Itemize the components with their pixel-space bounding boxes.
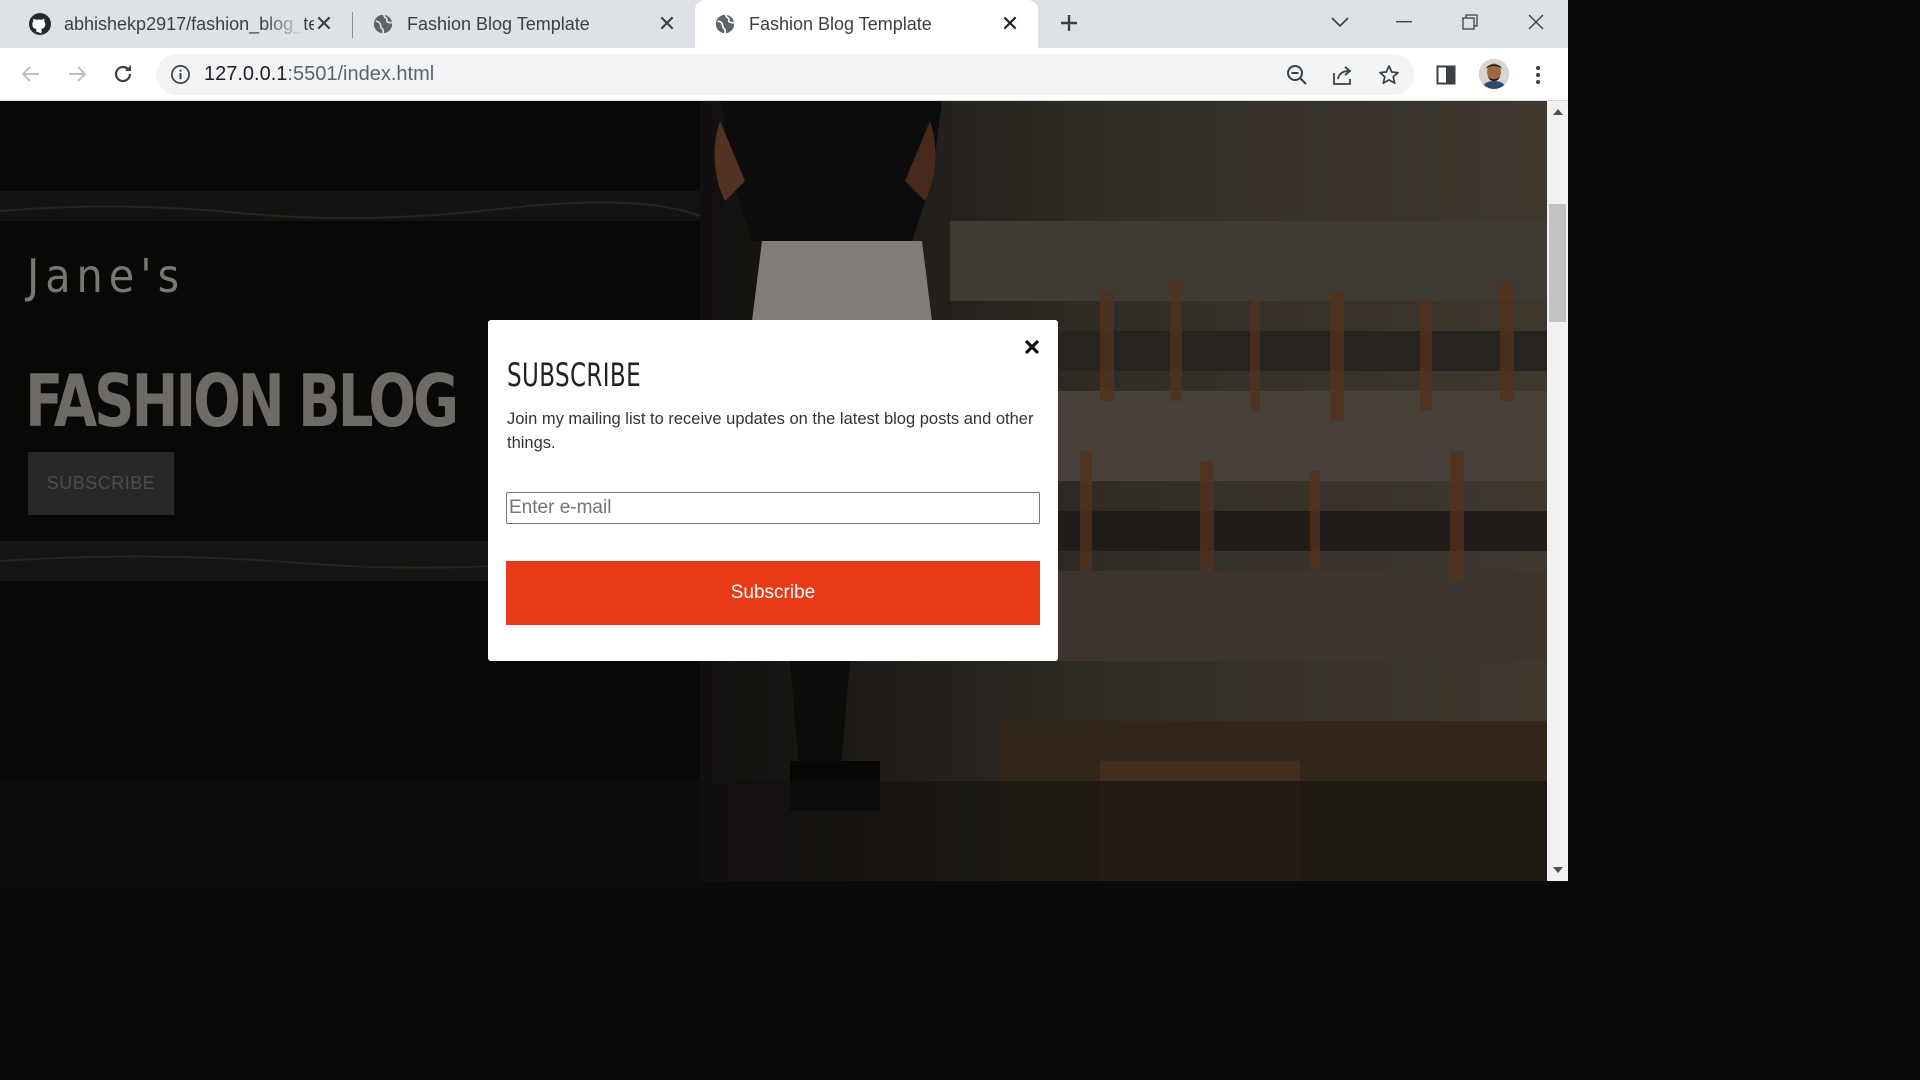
close-icon bbox=[1025, 340, 1039, 354]
menu-button[interactable] bbox=[1524, 61, 1552, 89]
github-icon bbox=[28, 12, 52, 36]
more-vertical-icon bbox=[1536, 66, 1540, 84]
email-field[interactable] bbox=[506, 492, 1040, 524]
globe-icon bbox=[371, 12, 395, 36]
zoom-out-icon bbox=[1287, 65, 1307, 85]
side-panel-icon bbox=[1436, 65, 1456, 85]
hero-subscribe-button[interactable]: SUBSCRIBE bbox=[28, 452, 174, 515]
arrow-left-icon bbox=[21, 66, 39, 82]
close-icon[interactable]: ✕ bbox=[657, 12, 677, 37]
modal-title: SUBSCRIBE bbox=[507, 356, 642, 394]
minimize-icon bbox=[1396, 21, 1412, 23]
subscribe-button[interactable]: Subscribe bbox=[506, 561, 1040, 625]
reload-icon bbox=[114, 65, 132, 83]
plus-icon bbox=[1061, 15, 1077, 31]
bookmark-button[interactable] bbox=[1376, 62, 1402, 88]
page-scrollbar[interactable] bbox=[1547, 101, 1568, 881]
triangle-down-icon bbox=[1552, 867, 1563, 873]
modal-description: Join my mailing list to receive updates … bbox=[507, 410, 1034, 452]
star-icon bbox=[1379, 65, 1399, 85]
reload-button[interactable] bbox=[106, 57, 140, 91]
scroll-up-button[interactable] bbox=[1547, 101, 1568, 123]
close-icon bbox=[1528, 14, 1544, 30]
modal-close-button[interactable] bbox=[1023, 338, 1041, 356]
scroll-down-button[interactable] bbox=[1547, 859, 1568, 881]
new-tab-button[interactable] bbox=[1052, 6, 1086, 40]
hero-script-title: Jane's bbox=[27, 249, 186, 303]
close-icon[interactable]: ✕ bbox=[1000, 12, 1020, 37]
tab-title: Fashion Blog Template bbox=[407, 13, 590, 34]
tab-search-button[interactable] bbox=[1312, 0, 1368, 44]
side-panel-button[interactable] bbox=[1432, 61, 1460, 89]
share-icon bbox=[1333, 66, 1352, 85]
scrollbar-thumb[interactable] bbox=[1549, 204, 1566, 322]
url-text: 127.0.0.1:5501/index.html bbox=[204, 63, 435, 85]
restore-button[interactable] bbox=[1442, 0, 1498, 44]
globe-icon bbox=[713, 12, 737, 36]
chevron-down-icon bbox=[1331, 17, 1349, 28]
tab-github[interactable]: abhishekp2917/fashion_blog_template ✕ bbox=[0, 0, 352, 48]
share-button[interactable] bbox=[1330, 62, 1356, 88]
browser-toolbar: 127.0.0.1:5501/index.html bbox=[0, 48, 1568, 101]
address-bar[interactable]: 127.0.0.1:5501/index.html bbox=[156, 54, 1414, 95]
back-button[interactable] bbox=[14, 57, 48, 91]
tab-fashion-blog-active[interactable]: Fashion Blog Template ✕ bbox=[695, 0, 1038, 48]
tab-strip: abhishekp2917/fashion_blog_template ✕ Fa… bbox=[0, 0, 1568, 48]
tab-title: Fashion Blog Template bbox=[749, 13, 932, 34]
info-icon bbox=[171, 65, 190, 84]
subscribe-modal: SUBSCRIBE Join my mailing list to receiv… bbox=[488, 320, 1058, 661]
triangle-up-icon bbox=[1552, 109, 1563, 115]
zoom-button[interactable] bbox=[1284, 62, 1310, 88]
hero-title: FASHION BLOG bbox=[25, 359, 459, 443]
minimize-button[interactable] bbox=[1376, 0, 1432, 44]
tab-fashion-blog-1[interactable]: Fashion Blog Template ✕ bbox=[343, 0, 695, 48]
forward-button[interactable] bbox=[60, 57, 94, 91]
page-viewport: Jane's FASHION BLOG SUBSCRIBE SUBSCRIBE … bbox=[0, 101, 1547, 881]
close-window-button[interactable] bbox=[1508, 0, 1564, 44]
close-icon[interactable]: ✕ bbox=[314, 12, 334, 37]
restore-icon bbox=[1462, 14, 1478, 30]
arrow-right-icon bbox=[69, 66, 87, 82]
avatar[interactable] bbox=[1479, 59, 1509, 89]
